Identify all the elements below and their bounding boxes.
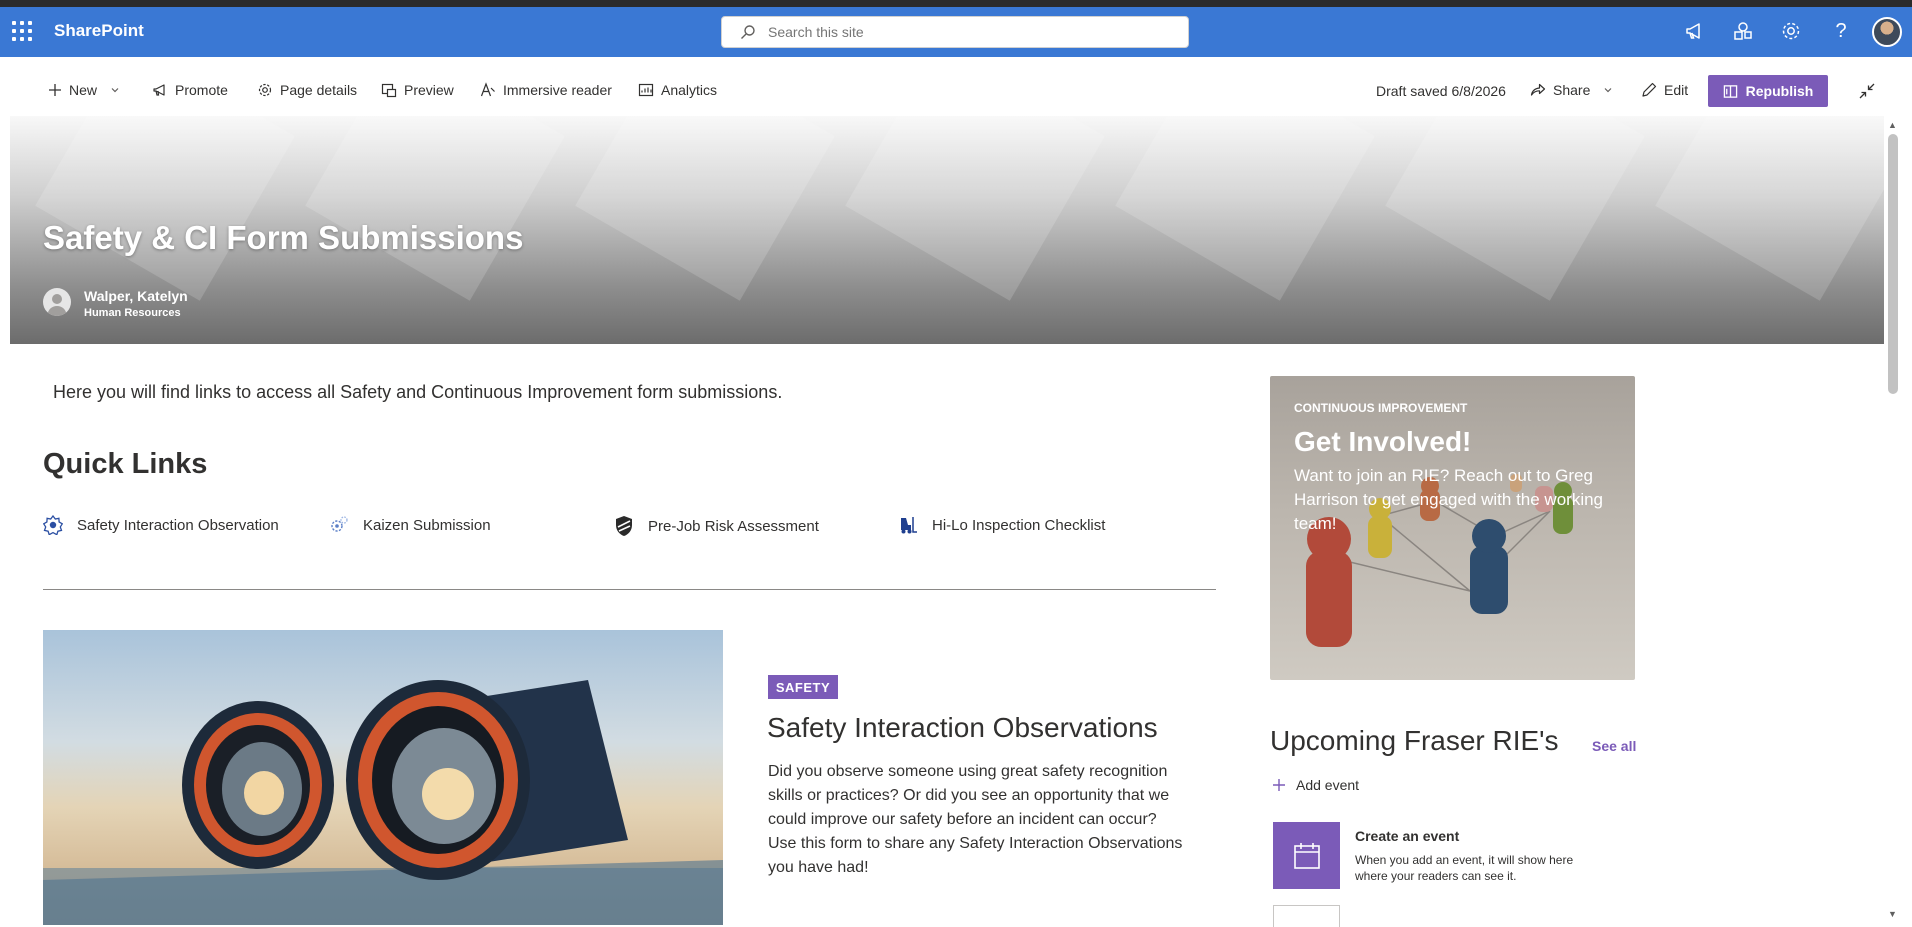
- quick-link-label: Safety Interaction Observation: [77, 516, 279, 534]
- window-top-strip: [0, 0, 1912, 7]
- shield-icon: [616, 516, 632, 536]
- immersive-reader-button[interactable]: Immersive reader: [480, 82, 612, 98]
- megaphone-icon[interactable]: [1683, 19, 1707, 43]
- author-name[interactable]: Walper, Katelyn: [84, 288, 188, 304]
- hexagon-pattern: [1115, 116, 1375, 301]
- add-event-label: Add event: [1296, 777, 1360, 793]
- scroll-up-arrow-icon[interactable]: ▲: [1888, 120, 1897, 130]
- calendar-icon: [1293, 842, 1320, 869]
- app-name[interactable]: SharePoint: [54, 21, 144, 41]
- create-event-title: Create an event: [1355, 828, 1460, 844]
- event-card-partial: [1273, 905, 1340, 927]
- app-launcher-icon[interactable]: [12, 21, 32, 41]
- megaphone-icon: [153, 84, 165, 96]
- settings-gear-icon[interactable]: [1779, 19, 1803, 43]
- article-description: Did you observe someone using great safe…: [768, 763, 1183, 876]
- quick-link-label: Hi-Lo Inspection Checklist: [932, 516, 1106, 534]
- intro-text: Here you will find links to access all S…: [53, 382, 783, 402]
- forklift-icon: [901, 517, 917, 534]
- quick-links-title: Quick Links: [43, 448, 208, 480]
- analytics-label: Analytics: [661, 82, 718, 98]
- hexagon-pattern: [845, 116, 1105, 301]
- sites-icon[interactable]: [1731, 19, 1755, 43]
- see-all-link[interactable]: See all: [1592, 738, 1636, 754]
- new-label: New: [69, 82, 98, 98]
- share-icon: [1530, 83, 1546, 96]
- promote-button[interactable]: Promote: [152, 82, 228, 98]
- card-eyebrow: CONTINUOUS IMPROVEMENT: [1294, 401, 1468, 415]
- page-title: Safety & CI Form Submissions: [43, 219, 524, 256]
- hexagon-pattern: [305, 116, 565, 301]
- immersive-reader-icon: [480, 82, 495, 97]
- safety-badge-icon: [43, 515, 63, 535]
- person-icon: [47, 294, 67, 316]
- command-bar: New Promote Page details Preview Immersi…: [10, 68, 1885, 114]
- get-involved-card[interactable]: CONTINUOUS IMPROVEMENT Get Involved! Wan…: [1270, 376, 1635, 680]
- immersive-reader-label: Immersive reader: [503, 82, 612, 98]
- book-icon: [1723, 84, 1737, 98]
- search-input[interactable]: [768, 17, 1168, 47]
- promote-label: Promote: [175, 82, 228, 98]
- card-body: Want to join an RIE? Reach out to Greg H…: [1294, 466, 1604, 533]
- preview-button[interactable]: Preview: [381, 82, 454, 98]
- plus-icon: [1273, 779, 1285, 791]
- republish-button[interactable]: Republish: [1708, 75, 1828, 107]
- gear-icon: [258, 83, 272, 97]
- quick-link-pre-job-risk-assessment[interactable]: Pre-Job Risk Assessment: [614, 515, 819, 537]
- hexagon-pattern: [35, 116, 295, 301]
- hexagon-pattern: [1385, 116, 1645, 301]
- collapse-icon[interactable]: [1859, 83, 1875, 99]
- create-event-description: When you add an event, it will show here…: [1355, 853, 1574, 883]
- quick-link-label: Kaizen Submission: [363, 516, 491, 534]
- author-department: Human Resources: [84, 307, 181, 319]
- preview-label: Preview: [404, 82, 454, 98]
- chevron-down-icon: [111, 88, 119, 93]
- event-placeholder-tile: [1273, 822, 1340, 889]
- binoculars-illustration: [43, 680, 723, 925]
- quick-link-hi-lo-inspection-checklist[interactable]: Hi-Lo Inspection Checklist: [898, 515, 1105, 535]
- kaizen-gear-icon: [331, 516, 348, 532]
- analytics-button[interactable]: Analytics: [638, 82, 717, 98]
- pencil-icon: [1642, 82, 1657, 97]
- draft-status: Draft saved 6/8/2026: [1376, 83, 1506, 99]
- quick-link-kaizen-submission[interactable]: Kaizen Submission: [329, 515, 491, 535]
- card-title: Get Involved!: [1294, 426, 1472, 457]
- preview-icon: [381, 83, 397, 98]
- category-tag[interactable]: SAFETY: [768, 675, 838, 699]
- author-avatar[interactable]: [43, 288, 71, 316]
- hexagon-pattern: [1655, 116, 1884, 301]
- article-title[interactable]: Safety Interaction Observations: [767, 712, 1158, 744]
- share-button[interactable]: Share: [1530, 82, 1613, 98]
- user-avatar[interactable]: [1872, 17, 1902, 47]
- plus-icon: [49, 84, 61, 96]
- search-box[interactable]: [721, 16, 1189, 48]
- add-event-button[interactable]: Add event: [1272, 777, 1359, 793]
- search-icon: [741, 25, 755, 40]
- events-title: Upcoming Fraser RIE's: [1270, 725, 1559, 756]
- title-banner: Safety & CI Form Submissions Walper, Kat…: [10, 116, 1884, 344]
- page-details-label: Page details: [280, 82, 358, 98]
- chevron-down-icon: [1604, 88, 1612, 93]
- edit-button[interactable]: Edit: [1641, 82, 1688, 98]
- hexagon-pattern: [575, 116, 835, 301]
- section-divider: [43, 589, 1216, 590]
- quick-link-safety-interaction-observation[interactable]: Safety Interaction Observation: [43, 515, 279, 535]
- republish-label: Republish: [1745, 83, 1814, 99]
- analytics-icon: [638, 83, 654, 97]
- edit-label: Edit: [1664, 82, 1689, 98]
- suite-bar: SharePoint ?: [0, 7, 1912, 57]
- quick-link-label: Pre-Job Risk Assessment: [648, 517, 819, 535]
- scrollbar-thumb[interactable]: [1888, 134, 1898, 394]
- page-details-button[interactable]: Page details: [257, 82, 357, 98]
- help-icon[interactable]: ?: [1829, 19, 1853, 43]
- share-label: Share: [1553, 82, 1591, 98]
- binoculars-image[interactable]: [43, 630, 723, 925]
- scroll-down-arrow-icon[interactable]: ▼: [1888, 909, 1897, 919]
- new-button[interactable]: New: [48, 82, 120, 98]
